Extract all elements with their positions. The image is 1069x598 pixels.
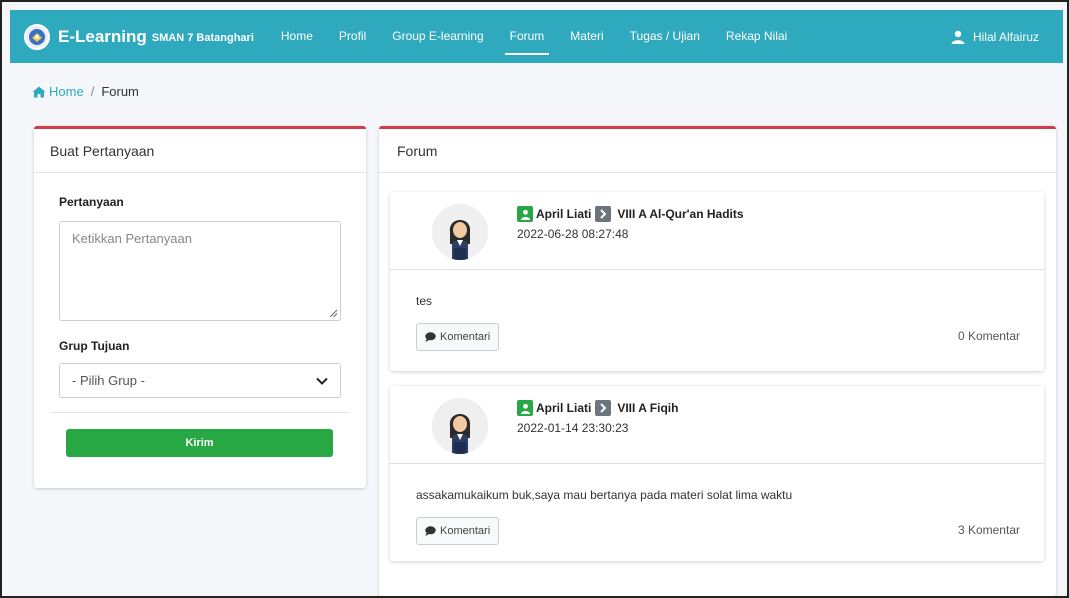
student-avatar-icon xyxy=(432,204,488,260)
user-icon xyxy=(951,30,965,44)
top-navbar: E-Learning SMAN 7 Batanghari Home Profil… xyxy=(10,10,1063,63)
ask-question-title: Buat Pertanyaan xyxy=(34,129,366,173)
ask-question-card: Buat Pertanyaan Pertanyaan Ketikkan Pert… xyxy=(34,126,366,488)
nav-item-materi[interactable]: Materi xyxy=(557,10,616,63)
user-name: Hilal Alfairuz xyxy=(972,29,1039,44)
breadcrumb-current: Forum xyxy=(101,84,139,99)
comment-button-label: Komentari xyxy=(440,525,491,537)
question-textarea[interactable]: Ketikkan Pertanyaan xyxy=(59,221,341,321)
post-date: 2022-06-28 08:27:48 xyxy=(517,227,629,241)
chevron-right-icon xyxy=(595,206,612,222)
group-select-value: - Pilih Grup - xyxy=(72,373,145,388)
nav-item-rekap-nilai[interactable]: Rekap Nilai xyxy=(713,10,800,63)
chevron-right-icon xyxy=(595,400,612,416)
school-logo-icon xyxy=(24,23,50,50)
forum-post: April Liati VIII A Fiqih 2022-01-14 23:3… xyxy=(390,386,1044,561)
nav-item-tugas-ujian[interactable]: Tugas / Ujian xyxy=(617,10,713,63)
comment-icon xyxy=(425,332,436,342)
home-icon xyxy=(32,86,46,97)
comment-count[interactable]: 0 Komentar xyxy=(958,329,1020,343)
post-group[interactable]: VIII A Fiqih xyxy=(617,401,678,415)
form-divider xyxy=(52,412,348,413)
avatar xyxy=(432,398,488,454)
resize-handle-icon[interactable] xyxy=(329,309,337,317)
brand-name: E-Learning xyxy=(58,26,147,46)
nav-item-home[interactable]: Home xyxy=(268,10,326,63)
breadcrumb-separator: / xyxy=(90,84,95,99)
forum-post: April Liati VIII A Al-Qur'an Hadits 2022… xyxy=(390,192,1044,371)
breadcrumb: Home / Forum xyxy=(32,84,139,99)
question-placeholder: Ketikkan Pertanyaan xyxy=(72,231,192,246)
comment-button[interactable]: Komentari xyxy=(416,323,500,351)
post-group[interactable]: VIII A Al-Qur'an Hadits xyxy=(617,207,743,221)
nav-item-forum[interactable]: Forum xyxy=(497,10,558,63)
post-header: April Liati VIII A Fiqih xyxy=(517,400,678,416)
forum-title: Forum xyxy=(379,129,1056,173)
post-author[interactable]: April Liati xyxy=(536,401,591,415)
group-label: Grup Tujuan xyxy=(59,339,130,353)
user-badge-icon xyxy=(517,400,533,416)
submit-button[interactable]: Kirim xyxy=(66,429,333,457)
avatar xyxy=(432,204,488,260)
student-avatar-icon xyxy=(432,398,488,454)
post-body: tes xyxy=(416,294,433,308)
comment-button-label: Komentari xyxy=(440,331,491,343)
post-divider xyxy=(390,269,1044,270)
post-date: 2022-01-14 23:30:23 xyxy=(517,421,629,435)
chevron-down-icon xyxy=(316,377,328,385)
nav-item-profil[interactable]: Profil xyxy=(326,10,379,63)
nav-menu: Home Profil Group E-learning Forum Mater… xyxy=(268,10,800,63)
post-body: assakamukaikum buk,saya mau bertanya pad… xyxy=(416,488,793,502)
breadcrumb-home-label: Home xyxy=(49,84,84,99)
post-header: April Liati VIII A Al-Qur'an Hadits xyxy=(517,206,744,222)
post-author[interactable]: April Liati xyxy=(536,207,591,221)
user-badge-icon xyxy=(517,206,533,222)
comment-button[interactable]: Komentari xyxy=(416,517,500,545)
question-label: Pertanyaan xyxy=(59,195,124,209)
breadcrumb-home[interactable]: Home xyxy=(32,84,84,99)
brand[interactable]: E-Learning SMAN 7 Batanghari xyxy=(24,23,254,50)
group-select[interactable]: - Pilih Grup - xyxy=(59,363,341,398)
page-frame: E-Learning SMAN 7 Batanghari Home Profil… xyxy=(0,0,1069,598)
comment-count[interactable]: 3 Komentar xyxy=(958,523,1020,537)
post-divider xyxy=(390,463,1044,464)
user-menu[interactable]: Hilal Alfairuz xyxy=(951,10,1039,63)
nav-item-group-elearning[interactable]: Group E-learning xyxy=(379,10,496,63)
comment-icon xyxy=(425,526,436,536)
forum-card: Forum April Liati VIII A Al-Qur'an Hadit… xyxy=(379,126,1056,596)
brand-subtitle: SMAN 7 Batanghari xyxy=(151,32,254,44)
